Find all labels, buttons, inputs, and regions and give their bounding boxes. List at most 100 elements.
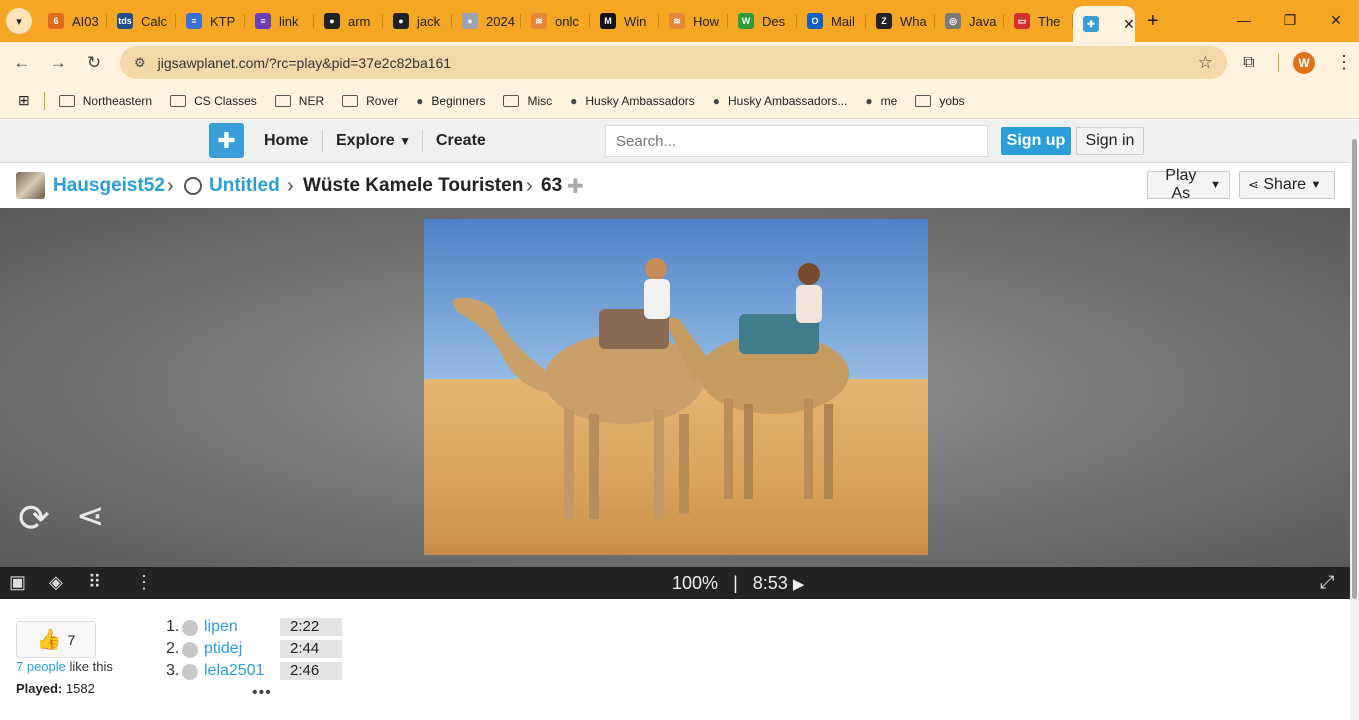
bookmark-item[interactable]: Rover bbox=[342, 94, 398, 108]
more-results-icon[interactable]: ••• bbox=[252, 684, 272, 702]
browser-tab[interactable]: ● 2024 bbox=[452, 6, 521, 36]
breadcrumb-user[interactable]: Hausgeist52 bbox=[53, 175, 165, 197]
bookmark-label: CS Classes bbox=[194, 93, 257, 108]
tab-favicon-icon: Z bbox=[876, 13, 892, 29]
browser-tab[interactable]: ◎ Java bbox=[935, 6, 1004, 36]
more-options-icon[interactable]: ⋮ bbox=[135, 572, 153, 593]
tab-favicon-icon: 6 bbox=[48, 13, 64, 29]
browser-tab[interactable]: W Des bbox=[728, 6, 797, 36]
bookmark-label: Northeastern bbox=[82, 93, 153, 108]
camels-illustration bbox=[453, 258, 849, 519]
browser-tab[interactable]: O Mail bbox=[797, 6, 866, 36]
bookmark-item[interactable]: ● Beginners bbox=[416, 94, 485, 108]
minimize-icon[interactable]: — bbox=[1221, 12, 1267, 28]
nav-divider bbox=[322, 130, 323, 152]
play-as-dropdown[interactable]: Play As ▼ bbox=[1147, 167, 1230, 202]
reload-icon[interactable]: ↻ bbox=[76, 53, 112, 73]
close-tab-icon[interactable]: ✕ bbox=[1123, 16, 1135, 33]
bookmark-item[interactable]: ● me bbox=[865, 94, 897, 108]
nav-explore[interactable]: Explore ▼ bbox=[336, 132, 411, 150]
play-icon[interactable]: ▶ bbox=[793, 576, 805, 593]
nav-explore-label: Explore bbox=[336, 132, 395, 149]
apps-grid-icon[interactable]: ⊞ bbox=[18, 92, 30, 109]
leaderboard-username[interactable]: ptidej bbox=[204, 640, 242, 658]
tab-favicon-icon: M bbox=[600, 13, 616, 29]
puzzle-stage[interactable]: ⟳ ⋖ bbox=[0, 208, 1350, 567]
browser-tab[interactable]: ● arm bbox=[314, 6, 383, 36]
extensions-icon[interactable]: ⧉ bbox=[1234, 54, 1264, 72]
tab-label: 2024 bbox=[486, 13, 515, 29]
bookmark-item[interactable]: Misc bbox=[503, 94, 552, 108]
tab-label: link bbox=[279, 13, 299, 29]
breadcrumb-album[interactable]: Untitled bbox=[209, 175, 280, 197]
status-separator: | bbox=[733, 573, 738, 593]
site-info-icon[interactable]: ⚙ bbox=[134, 55, 146, 71]
image-preview-icon[interactable]: ▣ bbox=[9, 572, 26, 593]
tab-favicon-icon: O bbox=[807, 13, 823, 29]
browser-tab[interactable]: Z Wha bbox=[866, 6, 935, 36]
leaderboard-username[interactable]: lela2501 bbox=[204, 662, 265, 680]
share-icon[interactable]: ⋖ bbox=[76, 496, 105, 536]
browser-tab[interactable]: ● jack bbox=[383, 6, 452, 36]
browser-tab[interactable]: ≋ How bbox=[659, 6, 728, 36]
browser-menu-icon[interactable]: ⋮ bbox=[1329, 52, 1359, 73]
share-dropdown[interactable]: ⋖ Share ▼ bbox=[1239, 171, 1335, 199]
nav-create[interactable]: Create bbox=[436, 132, 486, 150]
likes-link[interactable]: 7 people bbox=[16, 659, 66, 674]
tab-label: onlc bbox=[555, 13, 579, 29]
github-icon: ● bbox=[416, 93, 424, 108]
bookmark-item[interactable]: yobs bbox=[915, 93, 965, 108]
puzzle-image[interactable] bbox=[424, 219, 928, 555]
ghost-image-icon[interactable]: ◈ bbox=[49, 572, 63, 593]
folder-icon bbox=[170, 94, 187, 107]
northeastern-icon: ● bbox=[570, 93, 578, 108]
shuffle-icon[interactable]: ⟳ bbox=[18, 496, 50, 541]
sign-up-button[interactable]: Sign up bbox=[1001, 127, 1071, 155]
browser-tab-active[interactable]: ✚ ✕ bbox=[1073, 6, 1135, 42]
browser-tab[interactable]: ≡ link bbox=[245, 6, 314, 36]
bookmark-item[interactable]: ● Husky Ambassadors... bbox=[713, 94, 848, 108]
back-icon[interactable]: ← bbox=[4, 53, 40, 73]
bookmark-item[interactable]: ● Husky Ambassadors bbox=[570, 94, 695, 108]
bookmark-item[interactable]: CS Classes bbox=[170, 94, 257, 108]
sign-in-button[interactable]: Sign in bbox=[1076, 127, 1144, 155]
tab-label: Wha bbox=[900, 13, 927, 29]
user-icon bbox=[182, 664, 198, 680]
user-avatar[interactable] bbox=[16, 172, 45, 199]
browser-tab[interactable]: ≋ onlc bbox=[521, 6, 590, 36]
tab-list: 6 AI03 tds Calc ≡ KTP ≡ link ● arm ● jack ● 2024 ≋ onlc… bbox=[38, 0, 1135, 42]
caret-down-icon: ▼ bbox=[1210, 179, 1221, 191]
jigsawplanet-logo-icon[interactable]: ✚ bbox=[209, 123, 244, 158]
bookmark-item[interactable]: Northeastern bbox=[58, 93, 153, 108]
browser-tab[interactable]: tds Calc bbox=[107, 6, 176, 36]
leaderboard-username[interactable]: lipen bbox=[204, 618, 238, 636]
nav-home[interactable]: Home bbox=[264, 132, 308, 150]
fullscreen-icon[interactable]: ⤢ bbox=[1320, 572, 1334, 593]
profile-avatar[interactable]: W bbox=[1293, 51, 1315, 74]
tab-favicon-icon: ≡ bbox=[255, 13, 271, 29]
browser-tab[interactable]: ≡ KTP bbox=[176, 6, 245, 36]
browser-tab[interactable]: M Win bbox=[590, 6, 659, 36]
tab-search-icon[interactable]: ▾ bbox=[6, 8, 32, 34]
site-search-input[interactable] bbox=[605, 125, 988, 157]
url-text[interactable]: jigsawplanet.com/?rc=play&pid=37e2c82ba1… bbox=[158, 55, 451, 71]
forward-icon[interactable]: → bbox=[40, 53, 76, 73]
browser-tab[interactable]: ▭ The bbox=[1004, 6, 1073, 36]
close-window-icon[interactable]: ✕ bbox=[1313, 12, 1359, 29]
bookmark-label: yobs bbox=[939, 93, 965, 108]
bookmark-label: Beginners bbox=[431, 93, 486, 108]
bookmark-star-icon[interactable]: ☆ bbox=[1198, 53, 1213, 73]
bookmarks-divider bbox=[43, 91, 45, 110]
browser-tab[interactable]: 6 AI03 bbox=[38, 6, 107, 36]
new-tab-button[interactable]: + bbox=[1147, 10, 1159, 33]
arrange-pieces-icon[interactable]: ⠿ bbox=[88, 572, 101, 593]
played-count: Played: 1582 bbox=[16, 681, 95, 696]
globe-icon: ● bbox=[865, 93, 873, 108]
scrollbar-thumb[interactable] bbox=[1352, 139, 1357, 599]
restore-icon[interactable]: ❐ bbox=[1267, 12, 1313, 29]
bookmark-item[interactable]: NER bbox=[274, 94, 324, 108]
address-bar[interactable]: ⚙ jigsawplanet.com/?rc=play&pid=37e2c82b… bbox=[120, 46, 1227, 79]
tab-label: arm bbox=[348, 13, 371, 29]
page-scrollbar[interactable] bbox=[1350, 121, 1359, 720]
like-button[interactable]: 👍 7 bbox=[16, 621, 96, 658]
